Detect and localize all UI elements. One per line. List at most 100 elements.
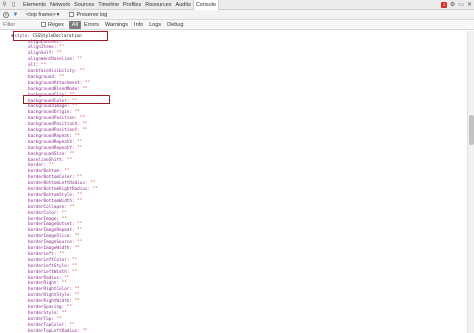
level-filter-all[interactable]: All bbox=[68, 20, 82, 29]
property-key: borderLeftWidth bbox=[28, 269, 67, 275]
settings-icon[interactable]: ⚙ bbox=[450, 0, 455, 10]
console-scrollbar[interactable] bbox=[467, 31, 474, 333]
property-value: "" bbox=[59, 251, 65, 257]
property-value: "" bbox=[74, 293, 80, 299]
property-value: "" bbox=[74, 299, 80, 305]
tab-console[interactable]: Console bbox=[192, 0, 220, 10]
level-filter-errors[interactable]: Errors bbox=[81, 21, 102, 29]
property-value: "" bbox=[72, 98, 78, 104]
property-value: "" bbox=[90, 181, 96, 187]
property-value: "" bbox=[69, 151, 75, 157]
property-key: alignContent bbox=[28, 39, 60, 45]
property-value: "" bbox=[72, 257, 78, 263]
property-key: backgroundColor bbox=[28, 98, 67, 104]
property-key: borderBottom bbox=[28, 169, 60, 175]
property-key: backgroundPosition bbox=[28, 116, 75, 122]
property-value: "" bbox=[72, 104, 78, 110]
property-row[interactable]: borderTopLeftRadius: "" bbox=[28, 329, 88, 333]
property-value: "" bbox=[77, 175, 83, 181]
property-value: "" bbox=[61, 281, 67, 287]
property-key: backgroundBlendMode bbox=[28, 86, 78, 92]
property-value: "" bbox=[74, 246, 80, 251]
property-key: backgroundRepeatY bbox=[28, 145, 72, 151]
property-value: "" bbox=[77, 145, 83, 151]
property-value: "" bbox=[82, 128, 88, 133]
tab-timeline[interactable]: Timeline bbox=[96, 0, 121, 10]
property-value: "" bbox=[61, 216, 67, 222]
panel-tabs: Elements Network Sources Timeline Profiles Re… bbox=[21, 0, 220, 10]
property-value: "" bbox=[77, 192, 83, 198]
device-mode-icon[interactable]: ▯ bbox=[9, 0, 18, 9]
property-key: background bbox=[28, 74, 54, 80]
property-key: backgroundRepeat bbox=[28, 133, 70, 139]
property-value: "" bbox=[79, 116, 85, 122]
property-key: borderBottomWidth bbox=[28, 198, 72, 204]
log-level-filters: All Errors Warnings Info Logs Debug bbox=[68, 20, 186, 29]
scroll-thumb[interactable] bbox=[469, 115, 474, 145]
property-value: "" bbox=[82, 122, 88, 128]
property-key: alignItems bbox=[28, 45, 54, 51]
property-value: "" bbox=[66, 305, 73, 310]
level-filter-warnings[interactable]: Warnings bbox=[102, 21, 131, 29]
level-filter-debug[interactable]: Debug bbox=[164, 21, 186, 29]
property-key: backgroundPositionX bbox=[28, 122, 78, 128]
chevron-down-icon[interactable]: ▾ bbox=[57, 12, 60, 18]
property-value: "" bbox=[77, 198, 83, 204]
property-value: "" bbox=[72, 263, 78, 269]
tab-network[interactable]: Network bbox=[48, 0, 72, 10]
property-key: border bbox=[28, 163, 44, 169]
dock-icon[interactable]: ▭ bbox=[458, 0, 464, 10]
property-value: "" bbox=[74, 133, 80, 139]
property-key: borderTop bbox=[28, 316, 52, 322]
property-value: "" bbox=[69, 322, 75, 328]
property-value: "" bbox=[66, 157, 73, 163]
property-key: borderStyle bbox=[28, 310, 57, 316]
clear-console-icon[interactable] bbox=[3, 11, 9, 18]
property-key: backgroundPositionY bbox=[28, 128, 78, 133]
property-value: "" bbox=[59, 74, 65, 80]
error-count-badge[interactable]: 1 bbox=[441, 2, 447, 8]
tab-resources[interactable]: Resources bbox=[143, 0, 173, 10]
regex-checkbox[interactable] bbox=[41, 22, 46, 27]
tab-audits[interactable]: Audits bbox=[174, 0, 193, 10]
property-key: borderBottomColor bbox=[28, 175, 72, 181]
filter-input[interactable] bbox=[3, 20, 37, 29]
property-value: "" bbox=[77, 228, 83, 234]
filter-icon[interactable]: ▼ bbox=[11, 10, 20, 19]
property-key: borderTopColor bbox=[28, 322, 65, 328]
property-key: borderSpacing bbox=[28, 305, 62, 310]
property-value: "" bbox=[61, 310, 67, 316]
level-filter-logs[interactable]: Logs bbox=[146, 21, 164, 29]
property-key: backgroundOrigin bbox=[28, 110, 70, 116]
property-key: backgroundClip bbox=[28, 92, 65, 98]
property-value: "" bbox=[82, 86, 88, 92]
property-key: backgroundRepeatX bbox=[28, 139, 72, 145]
search-icon[interactable]: ⚲ bbox=[0, 0, 9, 9]
property-value: "" bbox=[82, 328, 88, 333]
property-key: borderRightWidth bbox=[28, 299, 70, 305]
console-filter-bar: Regex AllErrorsWarningsInfoLogsDebug bbox=[0, 20, 474, 30]
property-key: borderLeft bbox=[28, 251, 54, 257]
property-key: borderBottomStyle bbox=[28, 192, 72, 198]
window-controls: 1 ⚙ ▭ ✕ bbox=[441, 0, 472, 10]
frame-selector[interactable]: <top frame> bbox=[26, 12, 56, 18]
console-toolbar: ▼ <top frame> ▾ Preserve log bbox=[0, 10, 474, 20]
property-key: borderBottomRightRadius bbox=[28, 187, 88, 192]
tab-profiles[interactable]: Profiles bbox=[121, 0, 143, 10]
console-output[interactable]: ▼style: CSSStyleDeclaration alignContent… bbox=[0, 31, 474, 333]
property-value: "" bbox=[69, 92, 75, 98]
preserve-log-checkbox[interactable] bbox=[69, 12, 75, 17]
property-key: borderImageRepeat bbox=[28, 228, 72, 234]
property-key: borderImageSlice bbox=[28, 234, 70, 240]
property-key: baselineShift bbox=[28, 157, 62, 163]
preserve-log-label: Preserve log bbox=[76, 11, 108, 18]
property-key: backgroundAttachment bbox=[28, 80, 80, 86]
close-icon[interactable]: ✕ bbox=[467, 0, 472, 10]
property-value: "" bbox=[64, 169, 70, 175]
tab-elements[interactable]: Elements bbox=[21, 0, 48, 10]
property-key: backgroundImage bbox=[28, 104, 67, 110]
property-key: borderLeftColor bbox=[28, 257, 67, 263]
property-key: borderImage bbox=[28, 216, 57, 222]
level-filter-info[interactable]: Info bbox=[131, 21, 146, 29]
tab-sources[interactable]: Sources bbox=[72, 0, 96, 10]
